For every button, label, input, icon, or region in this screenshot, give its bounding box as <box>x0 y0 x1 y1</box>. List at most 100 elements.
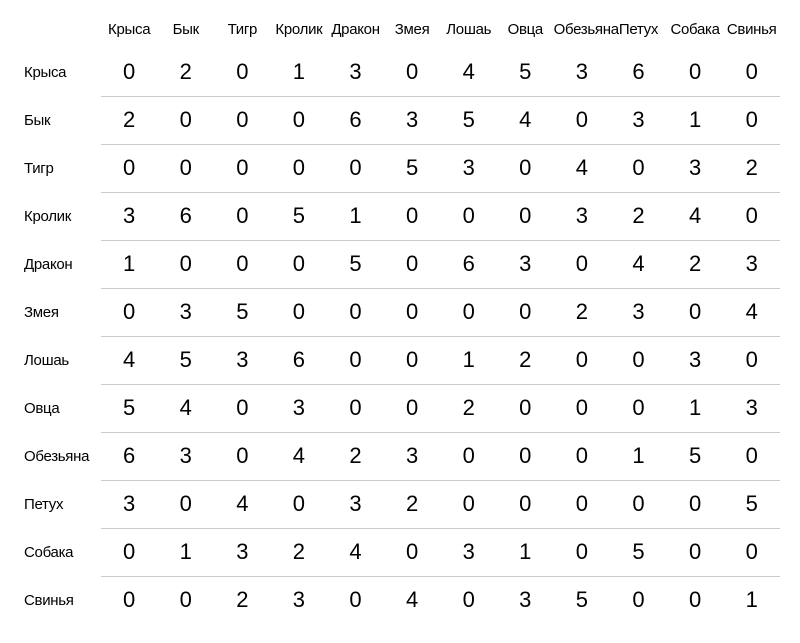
data-cell: 1 <box>497 528 554 576</box>
data-cell: 0 <box>440 192 497 240</box>
data-cell: 6 <box>440 240 497 288</box>
data-cell: 2 <box>723 144 780 192</box>
data-cell: 5 <box>554 576 611 624</box>
data-cell: 1 <box>667 384 724 432</box>
data-cell: 6 <box>157 192 214 240</box>
col-header: Змея <box>384 10 441 48</box>
data-cell: 4 <box>271 432 328 480</box>
data-cell: 2 <box>157 48 214 96</box>
data-cell: 0 <box>667 288 724 336</box>
table-row: Лошаь453600120030 <box>20 336 780 384</box>
data-cell: 0 <box>101 288 158 336</box>
data-cell: 0 <box>384 528 441 576</box>
data-cell: 3 <box>497 576 554 624</box>
table-row: Свинья002304035001 <box>20 576 780 624</box>
data-cell: 0 <box>610 576 667 624</box>
data-cell: 0 <box>497 432 554 480</box>
data-cell: 3 <box>723 240 780 288</box>
data-cell: 1 <box>101 240 158 288</box>
data-cell: 0 <box>157 144 214 192</box>
data-cell: 3 <box>214 336 271 384</box>
data-cell: 0 <box>554 96 611 144</box>
table-row: Овца540300200013 <box>20 384 780 432</box>
col-header: Свинья <box>723 10 780 48</box>
data-cell: 3 <box>101 192 158 240</box>
data-cell: 3 <box>327 48 384 96</box>
table-row: Обезьяна630423000150 <box>20 432 780 480</box>
data-cell: 3 <box>157 432 214 480</box>
data-cell: 0 <box>327 384 384 432</box>
data-cell: 2 <box>667 240 724 288</box>
table-row: Бык200063540310 <box>20 96 780 144</box>
data-cell: 0 <box>327 336 384 384</box>
data-cell: 3 <box>440 144 497 192</box>
data-cell: 2 <box>271 528 328 576</box>
data-cell: 2 <box>384 480 441 528</box>
data-cell: 0 <box>723 48 780 96</box>
row-header: Овца <box>20 384 101 432</box>
data-cell: 0 <box>497 480 554 528</box>
data-cell: 4 <box>157 384 214 432</box>
data-cell: 0 <box>384 240 441 288</box>
data-cell: 0 <box>554 336 611 384</box>
data-cell: 5 <box>157 336 214 384</box>
data-cell: 0 <box>554 384 611 432</box>
data-cell: 0 <box>101 144 158 192</box>
data-cell: 4 <box>327 528 384 576</box>
row-header: Свинья <box>20 576 101 624</box>
data-cell: 0 <box>723 192 780 240</box>
data-cell: 0 <box>723 336 780 384</box>
table-row: Крыса020130453600 <box>20 48 780 96</box>
data-cell: 0 <box>440 288 497 336</box>
row-header: Тигр <box>20 144 101 192</box>
data-cell: 0 <box>271 288 328 336</box>
col-header: Обезьяна <box>554 10 611 48</box>
data-cell: 3 <box>723 384 780 432</box>
header-row: Крыса Бык Тигр Кролик Дракон Змея Лошаь … <box>20 10 780 48</box>
data-cell: 1 <box>723 576 780 624</box>
data-cell: 4 <box>384 576 441 624</box>
data-cell: 5 <box>271 192 328 240</box>
col-header: Тигр <box>214 10 271 48</box>
data-cell: 6 <box>101 432 158 480</box>
data-cell: 0 <box>214 384 271 432</box>
col-header: Дракон <box>327 10 384 48</box>
data-cell: 0 <box>214 192 271 240</box>
data-cell: 0 <box>667 480 724 528</box>
table-row: Кролик360510003240 <box>20 192 780 240</box>
data-cell: 0 <box>327 288 384 336</box>
data-cell: 1 <box>327 192 384 240</box>
data-cell: 0 <box>497 192 554 240</box>
data-cell: 2 <box>610 192 667 240</box>
data-cell: 3 <box>610 288 667 336</box>
data-cell: 0 <box>667 48 724 96</box>
data-cell: 4 <box>610 240 667 288</box>
data-cell: 3 <box>554 192 611 240</box>
data-cell: 2 <box>554 288 611 336</box>
data-cell: 1 <box>667 96 724 144</box>
data-cell: 3 <box>667 336 724 384</box>
table-row: Петух304032000005 <box>20 480 780 528</box>
data-cell: 0 <box>271 144 328 192</box>
data-cell: 0 <box>384 384 441 432</box>
data-cell: 0 <box>271 240 328 288</box>
data-cell: 0 <box>497 288 554 336</box>
col-header: Овца <box>497 10 554 48</box>
table-row: Дракон100050630423 <box>20 240 780 288</box>
row-header: Змея <box>20 288 101 336</box>
data-cell: 5 <box>327 240 384 288</box>
data-cell: 3 <box>554 48 611 96</box>
col-header: Лошаь <box>440 10 497 48</box>
data-cell: 1 <box>157 528 214 576</box>
data-cell: 0 <box>723 432 780 480</box>
row-header: Дракон <box>20 240 101 288</box>
data-cell: 3 <box>610 96 667 144</box>
data-cell: 0 <box>667 576 724 624</box>
data-cell: 0 <box>157 576 214 624</box>
data-cell: 1 <box>440 336 497 384</box>
data-cell: 0 <box>384 48 441 96</box>
data-cell: 0 <box>610 480 667 528</box>
data-cell: 5 <box>497 48 554 96</box>
data-cell: 5 <box>214 288 271 336</box>
data-cell: 0 <box>214 432 271 480</box>
